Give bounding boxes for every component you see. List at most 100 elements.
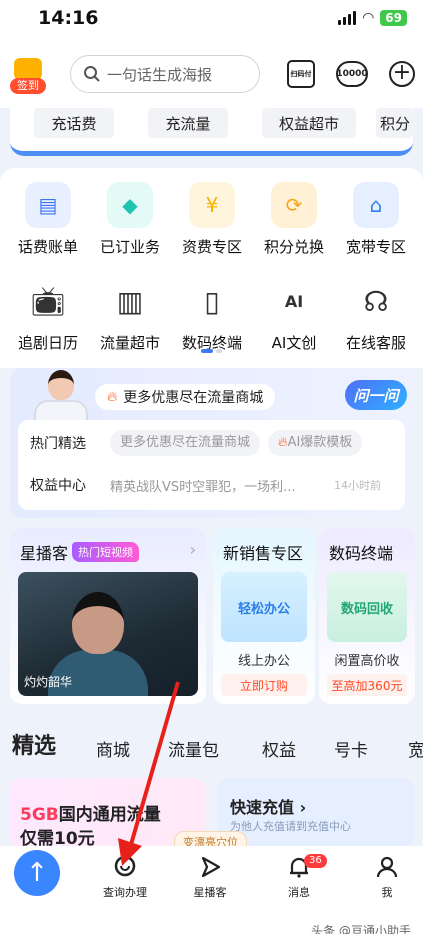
new-sales-card[interactable]: 新销售专区 轻松办公 线上办公 立即订购 [213, 528, 315, 704]
top-bar: 签到 一句话生成海报 扫码付 10000 + [0, 40, 423, 108]
quick-recharge-button[interactable]: 充话费 [34, 108, 114, 138]
search-input[interactable]: 一句话生成海报 [70, 55, 260, 93]
tab-number-card[interactable]: 号卡 [334, 736, 368, 761]
tab-me[interactable]: 我 [352, 852, 422, 900]
checkin-button[interactable]: 签到 [10, 58, 46, 94]
quick-data-button[interactable]: 充流量 [148, 108, 228, 138]
quick-rights-button[interactable]: 权益超市 [262, 108, 356, 138]
tab-featured[interactable]: 精选 [12, 728, 56, 760]
tab-query[interactable]: 查询办理 [90, 852, 160, 900]
image-text: 数码回收 [340, 601, 393, 617]
ai-template-tag[interactable]: 🔥︎AI爆款模板 [268, 430, 363, 456]
service-points[interactable]: ⟳ 积分兑换 [254, 182, 334, 257]
status-bar: 14:16 ◠ 69 [0, 0, 423, 40]
scan-pay-button[interactable]: 扫码付 [287, 60, 315, 88]
bottom-tabbar: ↑ 查询办理 星播客 36 消息 我 头条 @亘通小助手 [0, 846, 423, 934]
wifi-icon: ◠ [362, 10, 375, 26]
service-label: 话费账单 [17, 238, 78, 256]
search-chat-icon [90, 852, 160, 882]
subscribed-icon: ◆ [107, 182, 153, 228]
offer-highlight: 5GB [20, 805, 59, 825]
promo-panel: 🔥︎ 更多优惠尽在流量商城 问一问 热门精选 更多优惠尽在流量商城 🔥︎AI爆款… [10, 368, 413, 518]
tab-label: 消息 [288, 886, 310, 899]
tab-xingbo[interactable]: 星播客 [175, 852, 245, 900]
service-broadband[interactable]: ⌂ 宽带专区 [336, 182, 416, 257]
service-grid: ▤ 话费账单 ◆ 已订业务 ¥ 资费专区 ⟳ 积分兑换 ⌂ 宽带专区 📺︎ 追剧… [0, 168, 423, 368]
digital-card[interactable]: 数码终端 数码回收 闲置高价收 至高加360元 [319, 528, 415, 704]
tv-icon: 📺︎ [30, 284, 66, 318]
plus-button[interactable]: + [389, 61, 415, 87]
tab-label: 查询办理 [103, 886, 147, 899]
offer-text: 国内通用流量 [58, 805, 161, 825]
signal-icon [338, 11, 357, 25]
feature-row: 星播客 热门短视频 › 灼灼韶华 新销售专区 轻松办公 线上办公 立即订购 数码… [0, 528, 423, 708]
tag-text: AI爆款模板 [287, 435, 353, 450]
recharge-subtitle: 为他人充值请到充值中心 [230, 820, 351, 833]
hot-tag[interactable]: 更多优惠尽在流量商城 [110, 430, 261, 456]
quick-points-button[interactable]: 积分 [376, 108, 413, 138]
person-icon [352, 852, 422, 882]
gift-icon [14, 58, 42, 80]
tab-rights[interactable]: 权益 [262, 736, 296, 761]
tariff-icon: ¥ [189, 182, 235, 228]
service-label: 资费专区 [181, 238, 242, 256]
promo-list: 热门精选 更多优惠尽在流量商城 🔥︎AI爆款模板 权益中心 精英战队VS时空罪犯… [18, 420, 405, 510]
fire-icon: 🔥︎ [278, 435, 288, 450]
video-thumbnail[interactable]: 灼灼韶华 [18, 572, 198, 696]
card-title: 数码终端 [329, 544, 394, 563]
promo-bubble-text: 更多优惠尽在流量商城 [123, 390, 264, 406]
price-tag[interactable]: 至高加360元 [327, 674, 407, 696]
shop-icon: ▥ [116, 284, 144, 318]
quick-recharge-card[interactable]: 快速充值 › 为他人充值请到充值中心 [218, 778, 414, 848]
recharge-title: 快速充值 › [230, 794, 306, 818]
service-label: 积分兑换 [263, 238, 324, 256]
message-badge: 36 [304, 854, 327, 868]
ask-button[interactable]: 问一问 [345, 380, 407, 410]
scroll-top-button[interactable]: ↑ [14, 850, 60, 896]
tab-broadband[interactable]: 宽 [408, 736, 423, 761]
bill-icon: ▤ [25, 182, 71, 228]
hot-video-badge: 热门短视频 [72, 542, 139, 562]
service-10000-button[interactable]: 10000 [336, 61, 368, 87]
promo-bubble[interactable]: 🔥︎ 更多优惠尽在流量商城 [95, 384, 276, 410]
quick-actions: 充话费 充流量 权益超市 积分 [10, 108, 413, 156]
headset-icon: ☊ [363, 284, 389, 318]
card-label: 线上办公 [237, 654, 290, 669]
promo-row-hot: 热门精选 更多优惠尽在流量商城 🔥︎AI爆款模板 [30, 430, 363, 456]
service-bill[interactable]: ▤ 话费账单 [8, 182, 88, 257]
fire-icon: 🔥︎ [107, 389, 118, 405]
service-data-market[interactable]: ▥ 流量超市 [90, 278, 170, 353]
promo-row-rights[interactable]: 权益中心 精英战队VS时空罪犯，一场利... 14小时前 [30, 472, 393, 498]
arrow-up-icon: ↑ [26, 858, 48, 888]
service-digital[interactable]: ▯ 数码终端 [172, 278, 252, 353]
card-title: 星播客 [20, 544, 69, 563]
service-label: 已订业务 [99, 238, 160, 256]
news-time: 14小时前 [334, 479, 381, 492]
status-time: 14:16 [38, 7, 99, 29]
service-support[interactable]: ☊ 在线客服 [336, 278, 416, 353]
chevron-right-icon: › [294, 798, 307, 817]
offer-line1: 5GB国内通用流量 [20, 800, 161, 825]
news-text: 精英战队VS时空罪犯，一场利... [110, 479, 296, 495]
tab-mall[interactable]: 商城 [96, 736, 130, 761]
service-ai[interactable]: AI AI文创 [254, 278, 334, 353]
phone-icon: ▯ [204, 284, 220, 318]
order-now-button[interactable]: 立即订购 [221, 674, 307, 696]
video-caption: 灼灼韶华 [24, 675, 73, 689]
router-icon: ⌂ [353, 182, 399, 228]
service-drama-calendar[interactable]: 📺︎ 追剧日历 [8, 278, 88, 353]
ai-icon: AI [284, 291, 304, 311]
row-title: 热门精选 [30, 436, 86, 452]
xingbo-card[interactable]: 星播客 热门短视频 › 灼灼韶华 [10, 528, 206, 704]
checkin-label: 签到 [10, 78, 46, 94]
tab-data-package[interactable]: 流量包 [168, 736, 219, 761]
tab-label: 星播客 [193, 886, 227, 899]
points-icon: ⟳ [271, 182, 317, 228]
status-icons: ◠ 69 [338, 10, 407, 26]
service-subscribed[interactable]: ◆ 已订业务 [90, 182, 170, 257]
tab-messages[interactable]: 36 消息 [264, 852, 334, 900]
service-tariff[interactable]: ¥ 资费专区 [172, 182, 252, 257]
service-label: 追剧日历 [17, 334, 78, 352]
watermark: 头条 @亘通小助手 [311, 924, 411, 934]
card-label: 闲置高价收 [334, 654, 400, 669]
